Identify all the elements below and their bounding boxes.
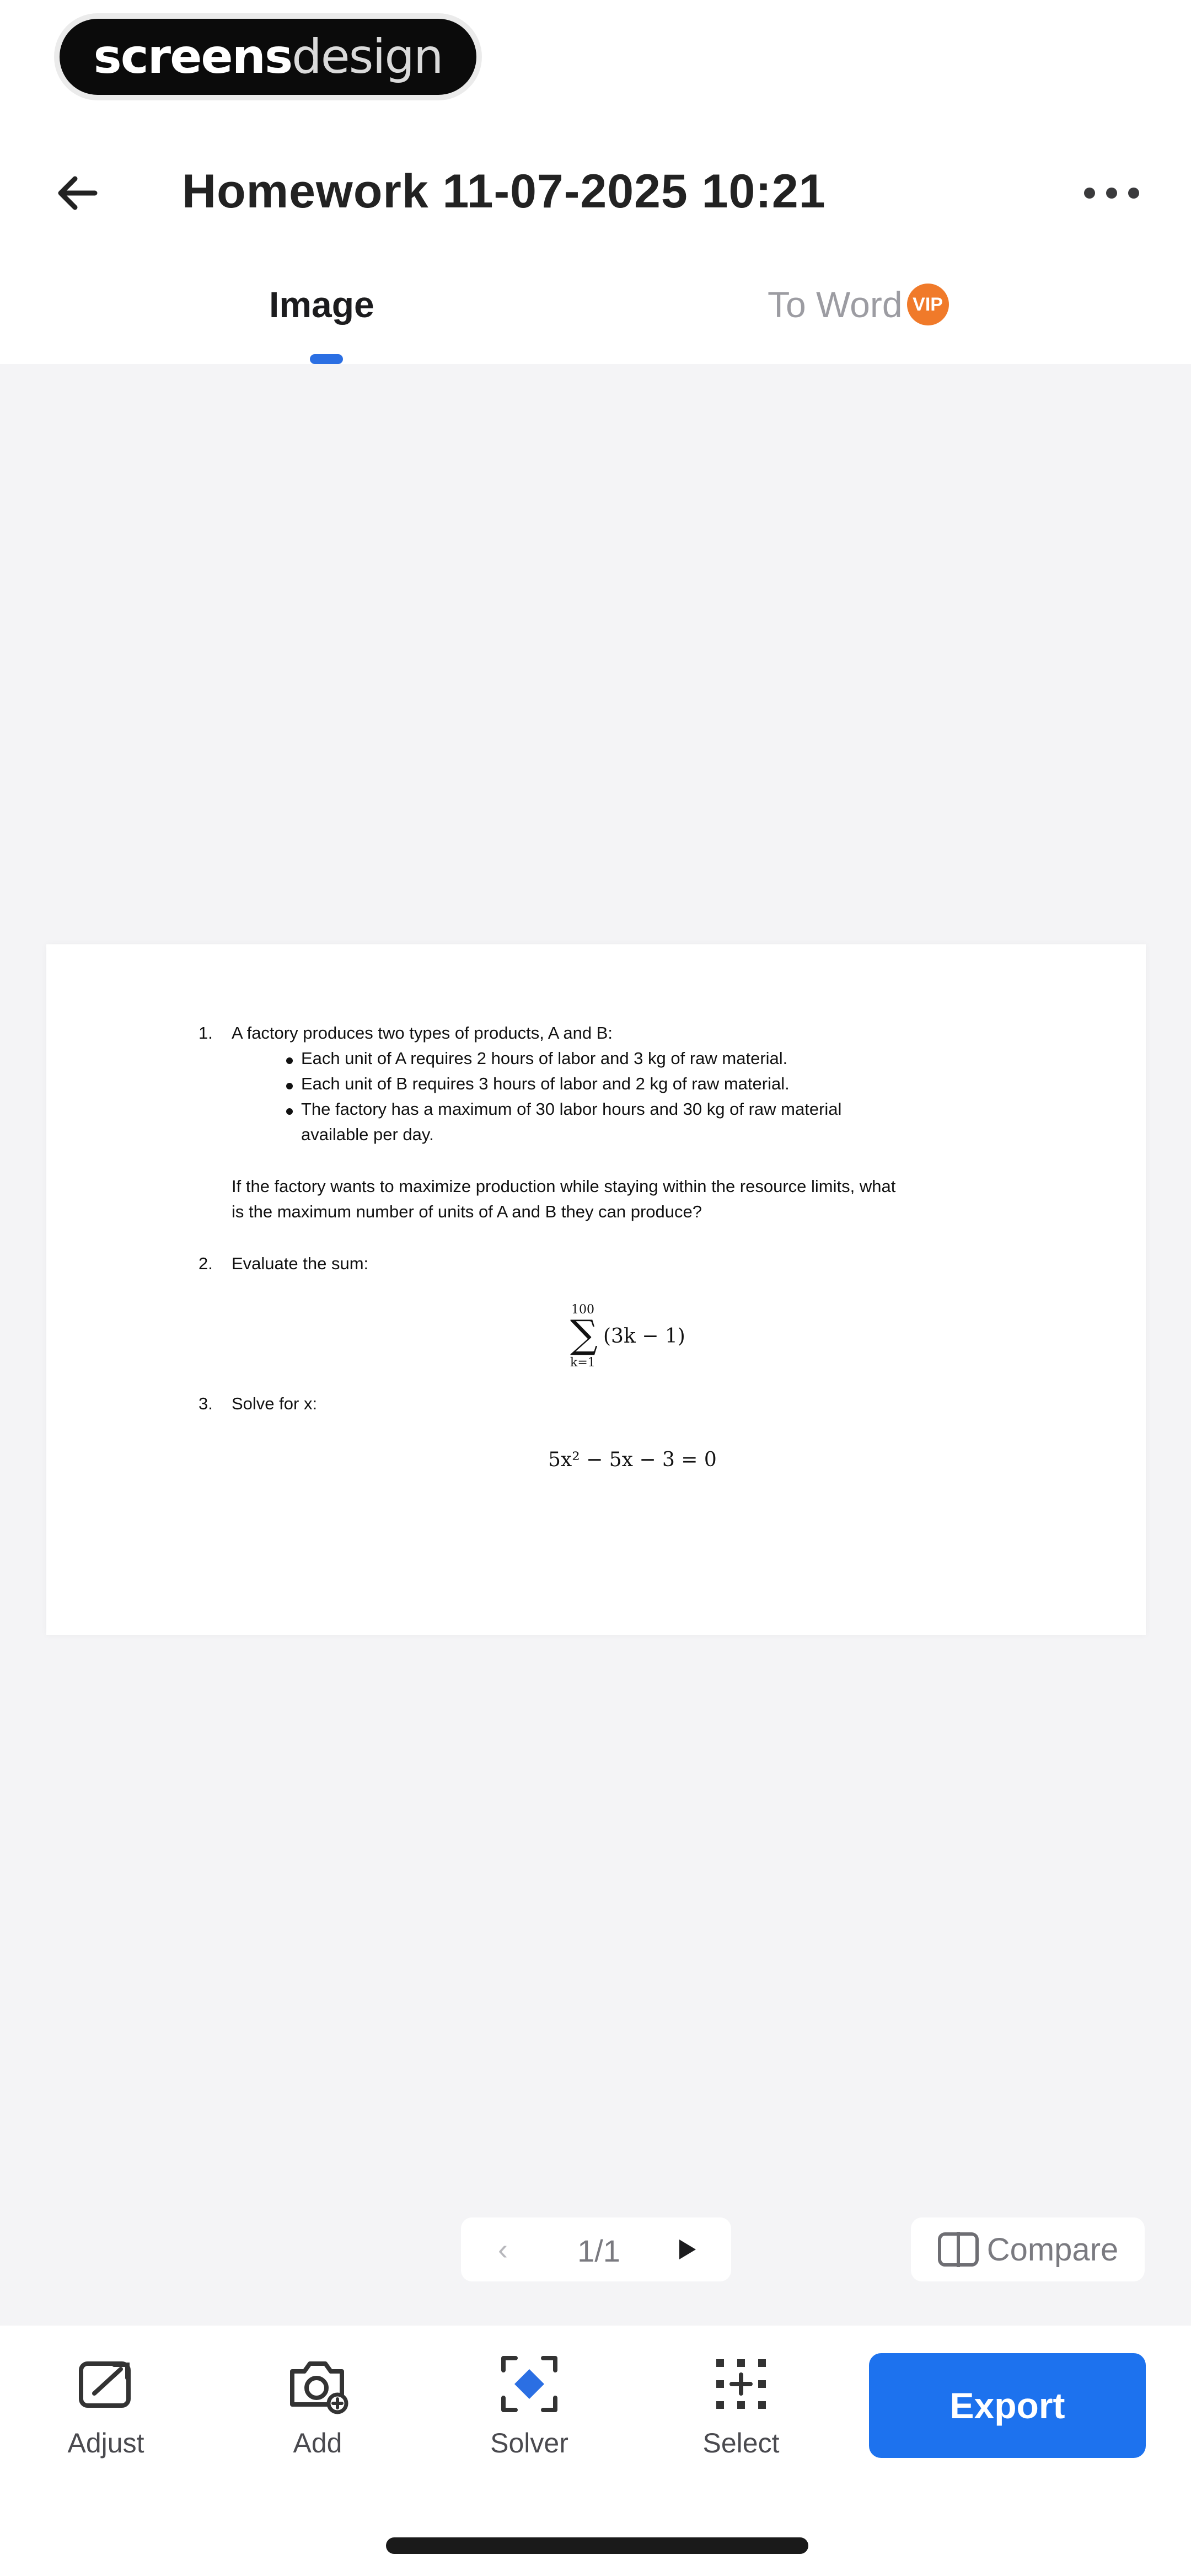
page-count: 1/1	[577, 2233, 620, 2268]
select-grid-icon	[708, 2351, 774, 2417]
header: Homework 11-07-2025 10:21	[0, 138, 1191, 248]
brand-logo-bold: screens	[93, 29, 293, 84]
tab-bar: Image To Word VIP	[0, 276, 1191, 364]
bullet-dot	[286, 1108, 293, 1115]
more-button[interactable]	[1079, 165, 1145, 221]
question-1-bullet-3-cont: available per day.	[301, 1125, 434, 1144]
question-1-bullet-2: Each unit of B requires 3 hours of labor…	[301, 1074, 790, 1093]
compare-button[interactable]: Compare	[911, 2217, 1145, 2281]
bullet-dot	[286, 1057, 293, 1064]
camera-add-icon	[285, 2351, 351, 2417]
tab-image[interactable]: Image	[269, 284, 374, 325]
tab-to-word-label: To Word	[768, 284, 903, 325]
sum-expression: (3k − 1)	[603, 1325, 685, 1348]
page-navigator: ‹ 1/1	[461, 2217, 731, 2281]
bullet-dot	[286, 1083, 293, 1089]
document-content: 1. A factory produces two types of produ…	[46, 944, 1146, 1635]
document-preview[interactable]: 1. A factory produces two types of produ…	[46, 944, 1146, 1635]
select-button[interactable]: Select	[680, 2351, 802, 2483]
question-2-text: Evaluate the sum:	[232, 1254, 369, 1273]
adjust-icon	[73, 2351, 139, 2417]
home-indicator[interactable]	[386, 2537, 808, 2554]
compare-label: Compare	[986, 2231, 1119, 2268]
question-1-bullet-3: The factory has a maximum of 30 labor ho…	[301, 1099, 842, 1119]
question-3-number: 3.	[198, 1394, 213, 1413]
brand-logo: screens design	[60, 19, 476, 95]
adjust-button[interactable]: Adjust	[45, 2351, 167, 2483]
brand-logo-light: design	[292, 29, 443, 84]
solver-scan-icon	[496, 2351, 562, 2417]
more-horizontal-icon	[1084, 188, 1139, 199]
next-page-button[interactable]	[667, 2230, 707, 2269]
export-button[interactable]: Export	[869, 2353, 1146, 2458]
question-3-equation: 5x² − 5x − 3 = 0	[548, 1449, 717, 1471]
question-1-text: A factory produces two types of products…	[232, 1023, 613, 1043]
back-button[interactable]	[50, 165, 105, 221]
add-label: Add	[293, 2428, 342, 2459]
compare-icon	[937, 2232, 979, 2267]
arrow-left-icon	[58, 176, 98, 210]
question-1-number: 1.	[198, 1023, 213, 1043]
solver-button[interactable]: Solver	[469, 2351, 590, 2483]
question-2-number: 2.	[198, 1254, 213, 1273]
sum-lower-limit: k=1	[570, 1356, 596, 1370]
question-1-prompt-line-1: If the factory wants to maximize product…	[232, 1177, 896, 1196]
add-button[interactable]: Add	[257, 2351, 378, 2483]
tab-active-indicator	[310, 354, 343, 364]
question-1-prompt-line-2: is the maximum number of units of A and …	[232, 1202, 702, 1221]
select-label: Select	[702, 2428, 780, 2459]
page-title: Homework 11-07-2025 10:21	[182, 165, 826, 218]
tab-to-word[interactable]: To Word VIP	[768, 284, 949, 325]
vip-badge: VIP	[906, 284, 949, 325]
question-1-bullet-1: Each unit of A requires 2 hours of labor…	[301, 1049, 788, 1068]
adjust-label: Adjust	[67, 2428, 144, 2459]
previous-page-button[interactable]: ‹	[483, 2230, 523, 2269]
chevron-left-icon: ‹	[498, 2233, 508, 2266]
question-3-text: Solve for x:	[232, 1394, 318, 1413]
sigma-symbol: ∑	[570, 1312, 598, 1357]
solver-label: Solver	[490, 2428, 568, 2459]
play-icon	[679, 2240, 696, 2259]
